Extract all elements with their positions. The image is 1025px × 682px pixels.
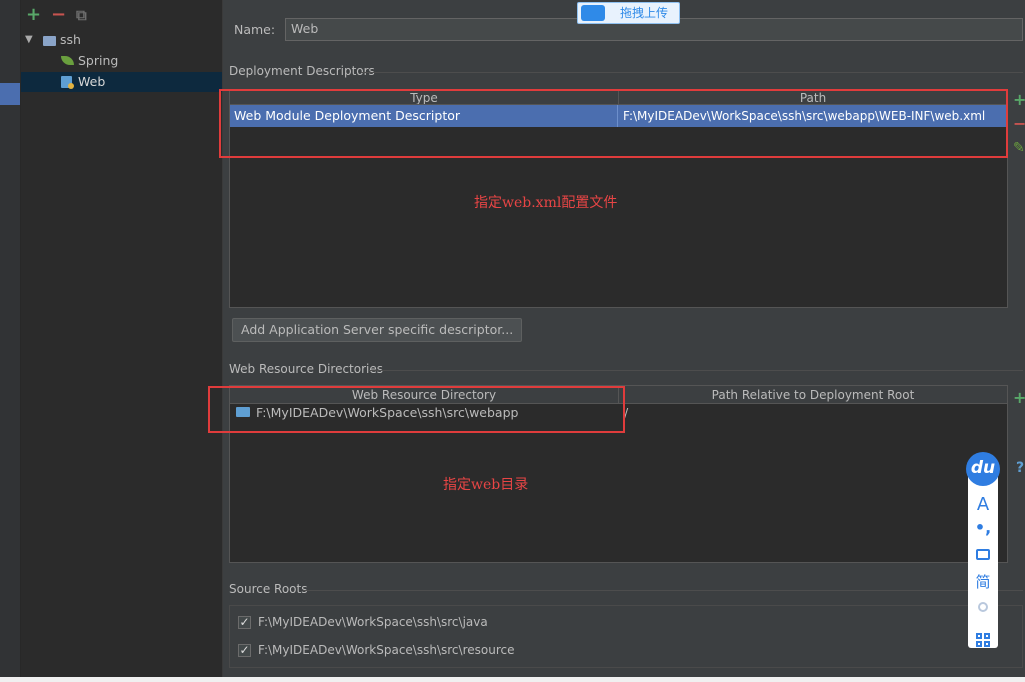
annotation-note-webxml: 指定web.xml配置文件 [474,195,618,211]
add-web-resource-icon[interactable]: + [1013,388,1025,407]
font-icon[interactable]: A [968,494,998,515]
left-nav-selected-item[interactable] [0,83,20,105]
tree-item-ssh[interactable]: ▼ ssh [21,30,221,50]
grid-icon[interactable] [968,624,998,647]
baidu-ime-logo-icon[interactable]: du [966,452,1000,486]
module-tree-panel: + − ⧉ ▼ ssh Spring Web [21,0,223,682]
section-title-web-resources: Web Resource Directories [229,362,383,376]
section-title-deployment: Deployment Descriptors [229,64,375,78]
checkbox-checked-icon[interactable]: ✓ [238,616,251,629]
tree-item-label: ssh [60,32,81,47]
cloud-icon [581,5,605,21]
drag-upload-label: 拖拽上传 [620,6,669,20]
divider [369,370,1023,371]
remove-descriptor-icon[interactable]: − [1013,114,1025,133]
cell-relative-path: / [624,405,629,420]
edit-descriptor-icon[interactable]: ✎ [1013,140,1025,156]
tree-item-label: Spring [78,53,119,68]
web-facet-badge-icon [68,83,74,89]
divider [361,72,1023,73]
source-roots-list: ✓ F:\MyIDEADev\WorkSpace\ssh\src\java ✓ … [229,605,1023,668]
list-item[interactable]: ✓ F:\MyIDEADev\WorkSpace\ssh\src\resourc… [230,639,1020,663]
help-icon[interactable]: ? [1016,460,1024,476]
checkbox-checked-icon[interactable]: ✓ [238,644,251,657]
source-root-path: F:\MyIDEADev\WorkSpace\ssh\src\resource [258,643,515,657]
remove-icon[interactable]: − [51,6,66,24]
expand-arrow-icon[interactable]: ▼ [25,30,33,50]
facet-settings-panel: Name: Web Deployment Descriptors Type Pa… [208,0,1025,682]
punctuation-icon[interactable]: •, [968,518,998,537]
tree-item-spring[interactable]: Spring [21,51,221,71]
add-app-server-descriptor-button[interactable]: Add Application Server specific descript… [232,318,523,342]
divider [303,590,1023,591]
tree-item-label: Web [78,74,106,89]
taskbar-edge [0,677,1025,682]
annotation-highlight-box [219,89,1008,158]
source-root-path: F:\MyIDEADev\WorkSpace\ssh\src\java [258,615,488,629]
toolbox-icon[interactable] [968,545,998,564]
user-icon[interactable] [968,597,998,616]
copy-icon[interactable]: ⧉ [76,6,87,24]
spring-leaf-icon [61,56,74,65]
list-item[interactable]: ✓ F:\MyIDEADev\WorkSpace\ssh\src\java [230,611,1020,635]
annotation-note-webdir: 指定web目录 [443,477,529,493]
add-descriptor-icon[interactable]: + [1013,90,1025,109]
name-label: Name: [234,22,276,37]
module-folder-icon [43,36,56,46]
annotation-highlight-box [208,386,625,433]
drag-upload-badge[interactable]: 拖拽上传 [577,2,680,24]
tree-item-web[interactable]: Web [21,72,222,92]
add-icon[interactable]: + [26,6,41,24]
section-title-source-roots: Source Roots [229,582,308,596]
simplified-chinese-icon[interactable]: 简 [968,571,998,592]
